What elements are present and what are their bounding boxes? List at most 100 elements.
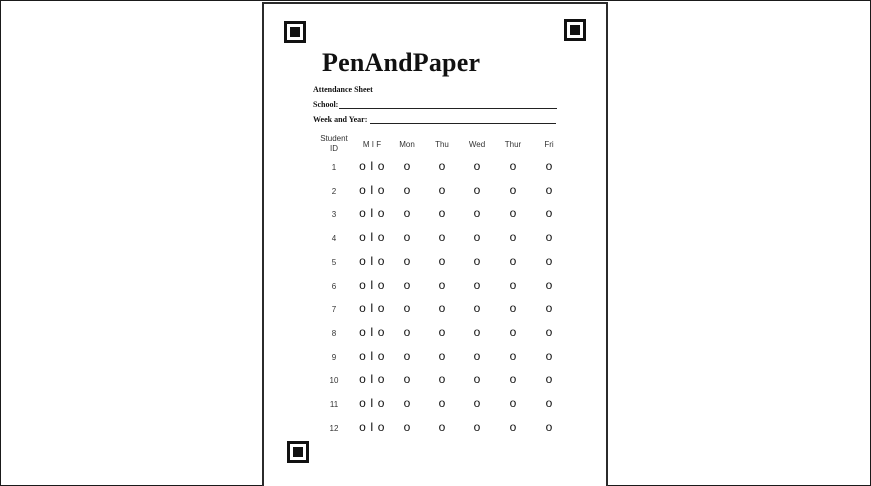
mif-bubble-pair[interactable]: o I o (350, 396, 394, 410)
mif-bubble-pair[interactable]: o I o (350, 278, 394, 292)
attendance-bubble[interactable]: o (467, 206, 487, 220)
attendance-bubble[interactable]: o (539, 206, 559, 220)
attendance-bubble[interactable]: o (539, 301, 559, 315)
attendance-bubble[interactable]: o (503, 254, 523, 268)
mif-bubble-pair[interactable]: o I o (350, 349, 394, 363)
attendance-bubble[interactable]: o (432, 396, 452, 410)
mif-bubble-pair[interactable]: o I o (350, 254, 394, 268)
attendance-bubble[interactable]: o (467, 420, 487, 434)
student-id-cell: 12 (329, 424, 339, 433)
attendance-bubble[interactable]: o (432, 301, 452, 315)
attendance-bubble[interactable]: o (432, 278, 452, 292)
attendance-bubble[interactable]: o (503, 301, 523, 315)
registration-marker-top-left-icon (284, 21, 306, 43)
attendance-bubble[interactable]: o (432, 206, 452, 220)
student-id-cell: 1 (331, 163, 337, 172)
attendance-bubble[interactable]: o (397, 372, 417, 386)
student-id-cell: 2 (331, 187, 337, 196)
attendance-bubble[interactable]: o (432, 183, 452, 197)
week-year-field-line (370, 123, 556, 124)
attendance-bubble[interactable]: o (503, 349, 523, 363)
student-id-cell: 4 (331, 234, 337, 243)
attendance-bubble[interactable]: o (397, 420, 417, 434)
attendance-bubble[interactable]: o (467, 278, 487, 292)
sheet-subtitle: Attendance Sheet (313, 85, 373, 94)
attendance-bubble[interactable]: o (397, 254, 417, 268)
student-id-cell: 7 (331, 305, 337, 314)
attendance-bubble[interactable]: o (503, 230, 523, 244)
mif-bubble-pair[interactable]: o I o (350, 159, 394, 173)
attendance-bubble[interactable]: o (467, 372, 487, 386)
header-fri: Fri (544, 140, 554, 149)
mif-bubble-pair[interactable]: o I o (350, 325, 394, 339)
student-id-cell: 6 (331, 282, 337, 291)
header-thu: Thu (435, 140, 449, 149)
attendance-bubble[interactable]: o (503, 206, 523, 220)
attendance-bubble[interactable]: o (467, 254, 487, 268)
attendance-bubble[interactable]: o (503, 325, 523, 339)
attendance-bubble[interactable]: o (432, 420, 452, 434)
attendance-bubble[interactable]: o (432, 325, 452, 339)
attendance-bubble[interactable]: o (467, 159, 487, 173)
mif-bubble-pair[interactable]: o I o (350, 183, 394, 197)
attendance-bubble[interactable]: o (539, 420, 559, 434)
attendance-bubble[interactable]: o (397, 183, 417, 197)
attendance-bubble[interactable]: o (539, 372, 559, 386)
attendance-bubble[interactable]: o (397, 349, 417, 363)
header-student-id: Student ID (320, 134, 348, 153)
mif-bubble-pair[interactable]: o I o (350, 206, 394, 220)
attendance-bubble[interactable]: o (539, 325, 559, 339)
sheet-title: PenAndPaper (322, 48, 481, 77)
attendance-bubble[interactable]: o (467, 183, 487, 197)
school-field-line (339, 108, 557, 109)
attendance-bubble[interactable]: o (397, 301, 417, 315)
attendance-bubble[interactable]: o (467, 349, 487, 363)
attendance-bubble[interactable]: o (467, 325, 487, 339)
attendance-bubble[interactable]: o (397, 159, 417, 173)
mif-bubble-pair[interactable]: o I o (350, 230, 394, 244)
attendance-bubble[interactable]: o (539, 254, 559, 268)
attendance-sheet: PenAndPaper Attendance Sheet School: Wee… (262, 2, 608, 486)
attendance-bubble[interactable]: o (397, 230, 417, 244)
attendance-bubble[interactable]: o (467, 396, 487, 410)
attendance-bubble[interactable]: o (467, 301, 487, 315)
attendance-bubble[interactable]: o (539, 183, 559, 197)
attendance-bubble[interactable]: o (397, 278, 417, 292)
header-mon: Mon (399, 140, 415, 149)
mif-bubble-pair[interactable]: o I o (350, 301, 394, 315)
attendance-bubble[interactable]: o (539, 349, 559, 363)
registration-marker-bottom-left-icon (287, 441, 309, 463)
mif-bubble-pair[interactable]: o I o (350, 420, 394, 434)
attendance-bubble[interactable]: o (539, 278, 559, 292)
attendance-bubble[interactable]: o (432, 159, 452, 173)
attendance-bubble[interactable]: o (397, 396, 417, 410)
attendance-bubble[interactable]: o (397, 206, 417, 220)
attendance-bubble[interactable]: o (467, 230, 487, 244)
attendance-bubble[interactable]: o (432, 349, 452, 363)
student-id-cell: 11 (329, 400, 339, 409)
header-wed: Wed (468, 140, 486, 149)
attendance-bubble[interactable]: o (432, 230, 452, 244)
attendance-bubble[interactable]: o (539, 396, 559, 410)
attendance-bubble[interactable]: o (432, 254, 452, 268)
attendance-bubble[interactable]: o (539, 230, 559, 244)
header-thur: Thur (504, 140, 522, 149)
student-id-cell: 9 (331, 353, 337, 362)
attendance-bubble[interactable]: o (503, 278, 523, 292)
student-id-cell: 8 (331, 329, 337, 338)
student-id-cell: 5 (331, 258, 337, 267)
school-label: School: (313, 100, 339, 109)
attendance-bubble[interactable]: o (503, 396, 523, 410)
attendance-bubble[interactable]: o (503, 372, 523, 386)
student-id-cell: 3 (331, 210, 337, 219)
attendance-bubble[interactable]: o (503, 159, 523, 173)
mif-bubble-pair[interactable]: o I o (350, 372, 394, 386)
attendance-bubble[interactable]: o (397, 325, 417, 339)
student-id-cell: 10 (329, 376, 339, 385)
attendance-bubble[interactable]: o (503, 183, 523, 197)
header-mif: M I F (362, 140, 382, 149)
attendance-bubble[interactable]: o (503, 420, 523, 434)
attendance-bubble[interactable]: o (539, 159, 559, 173)
attendance-bubble[interactable]: o (432, 372, 452, 386)
registration-marker-top-right-icon (564, 19, 586, 41)
